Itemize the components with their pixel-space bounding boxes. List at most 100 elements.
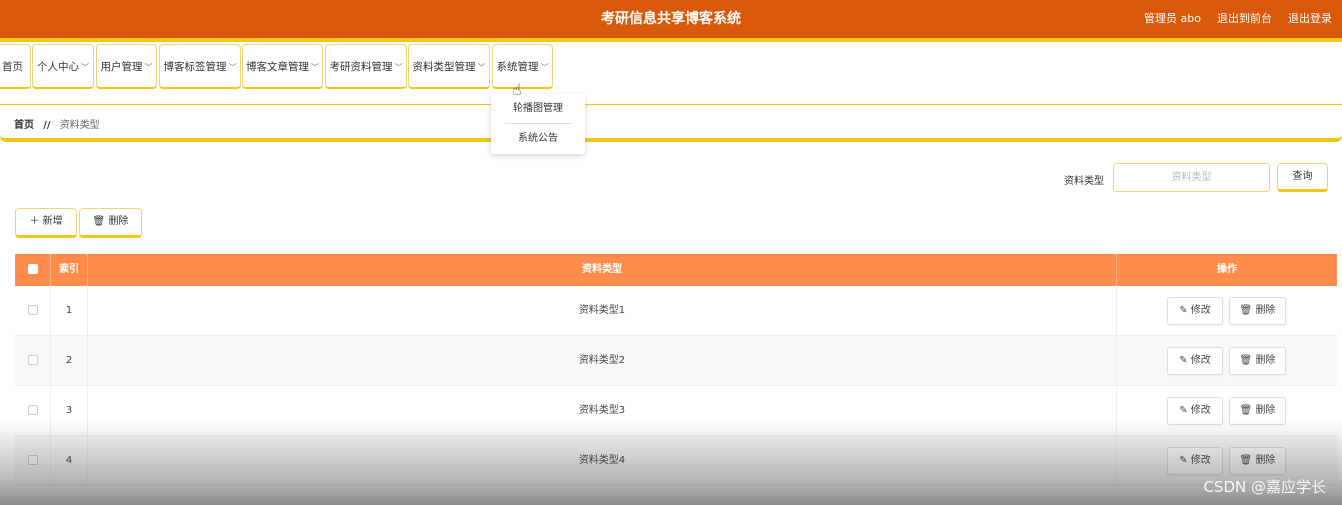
system-management-dropdown: 轮播图管理 系统公告 <box>491 94 585 154</box>
table-header: 索引 资料类型 操作 <box>15 254 1337 286</box>
delete-button[interactable]: 🗑 删除 <box>1229 297 1286 325</box>
row-select-cell <box>15 436 51 486</box>
dropdown-item-system-notice[interactable]: 系统公告 <box>491 124 585 154</box>
chevron-down-icon: ﹀ <box>540 63 549 72</box>
row-index: 2 <box>51 336 88 386</box>
row-select-cell <box>15 286 51 336</box>
row-material-type: 资料类型4 <box>88 436 1117 486</box>
breadcrumb-current: 资料类型 <box>59 120 100 131</box>
row-checkbox[interactable] <box>27 305 38 315</box>
edit-label: 修改 <box>1190 405 1211 416</box>
pencil-icon: ✎ <box>1179 455 1188 466</box>
batch-delete-button[interactable]: 🗑 删除 <box>79 208 142 238</box>
trash-icon: 🗑 <box>1239 405 1253 416</box>
row-index: 3 <box>51 386 88 436</box>
nav-item-exam-material-management[interactable]: 考研资料管理 ﹀ <box>325 44 407 89</box>
header-accent-bar <box>0 38 1342 42</box>
table-row: 2 资料类型2 ✎ 修改 🗑 删除 <box>15 336 1337 386</box>
row-material-type: 资料类型3 <box>88 386 1117 436</box>
row-checkbox[interactable] <box>27 455 38 465</box>
nav-item-system-management[interactable]: 系统管理 ﹀ <box>492 44 553 89</box>
nav-item-blog-tag-management[interactable]: 博客标签管理 ﹀ <box>159 44 241 89</box>
dropdown-item-carousel-management[interactable]: 轮播图管理 <box>491 94 585 124</box>
breadcrumb-separator: // <box>43 120 51 131</box>
delete-label: 删除 <box>1255 355 1276 366</box>
add-button[interactable]: ＋ 新增 <box>15 208 77 238</box>
nav-item-label: 个人中心 <box>37 61 79 73</box>
nav-item-blog-article-management[interactable]: 博客文章管理 ﹀ <box>242 44 323 89</box>
nav-item-label: 资料类型管理 <box>412 61 476 73</box>
nav-item-material-type-management[interactable]: 资料类型管理 ﹀ <box>408 44 490 89</box>
edit-button[interactable]: ✎ 修改 <box>1167 397 1223 425</box>
breadcrumb-container: 首页 // 资料类型 <box>0 104 1342 142</box>
row-material-type: 资料类型2 <box>88 336 1117 386</box>
trash-icon: 🗑 <box>1239 355 1253 366</box>
delete-label: 删除 <box>1255 405 1276 416</box>
trash-icon: 🗑 <box>1239 455 1253 466</box>
table-row: 1 资料类型1 ✎ 修改 🗑 删除 <box>15 286 1337 336</box>
current-user: 管理员 abo <box>1144 12 1201 25</box>
pencil-icon: ✎ <box>1179 405 1188 416</box>
chevron-down-icon: ﹀ <box>477 63 486 72</box>
nav-item-label: 用户管理 <box>100 61 143 73</box>
top-nav: 首页 个人中心 ﹀ 用户管理 ﹀ 博客标签管理 ﹀ 博客文章管理 ﹀ 考研资料管理 ﹀ 资… <box>0 44 1342 90</box>
chevron-down-icon: ﹀ <box>144 63 153 72</box>
table-row: 3 资料类型3 ✎ 修改 🗑 删除 <box>15 386 1337 436</box>
header-user-area: 管理员 abo 退出到前台 退出登录 <box>1144 0 1332 38</box>
logout-link[interactable]: 退出登录 <box>1288 0 1332 38</box>
chevron-down-icon: ﹀ <box>394 63 403 72</box>
nav-item-label: 博客文章管理 <box>246 61 309 73</box>
column-header-material-type: 资料类型 <box>88 254 1117 286</box>
row-index: 1 <box>51 286 88 336</box>
batch-delete-label: 删除 <box>108 216 129 227</box>
watermark: CSDN @嘉应学长 <box>1203 478 1326 496</box>
column-header-actions: 操作 <box>1217 264 1237 275</box>
column-header-index: 索引 <box>51 254 88 286</box>
pencil-icon: ✎ <box>1179 305 1188 316</box>
search-label: 资料类型 <box>1064 176 1104 187</box>
chevron-down-icon: ﹀ <box>228 63 237 72</box>
pencil-icon: ✎ <box>1179 355 1188 366</box>
row-material-type: 资料类型1 <box>88 286 1117 336</box>
select-all-cell <box>15 254 51 286</box>
table-row: 4 资料类型4 ✎ 修改 🗑 删除 <box>15 436 1337 486</box>
chevron-down-icon: ﹀ <box>81 63 89 72</box>
nav-item-label: 首页 <box>2 61 23 73</box>
edit-label: 修改 <box>1190 355 1211 366</box>
add-button-label: 新增 <box>42 216 63 227</box>
search-button[interactable]: 查询 <box>1277 163 1328 192</box>
nav-item-personal-center[interactable]: 个人中心 ﹀ <box>32 44 94 89</box>
nav-item-home[interactable]: 首页 <box>0 44 31 89</box>
nav-item-label: 博客标签管理 <box>163 61 227 73</box>
row-select-cell <box>15 336 51 386</box>
dropdown-divider <box>505 123 571 124</box>
app-title: 考研信息共享博客系统 <box>601 11 741 27</box>
edit-button[interactable]: ✎ 修改 <box>1167 297 1223 325</box>
hand-cursor-icon: ☝ <box>512 80 522 99</box>
row-index: 4 <box>51 436 88 486</box>
material-type-search-input[interactable] <box>1113 163 1270 192</box>
edit-label: 修改 <box>1190 455 1211 466</box>
breadcrumb-home[interactable]: 首页 <box>14 120 34 131</box>
exit-to-front-link[interactable]: 退出到前台 <box>1217 0 1272 38</box>
plus-icon: ＋ <box>29 216 40 227</box>
delete-button[interactable]: 🗑 删除 <box>1229 447 1286 475</box>
breadcrumb: 首页 // 资料类型 <box>14 116 100 131</box>
edit-button[interactable]: ✎ 修改 <box>1167 347 1223 375</box>
delete-button[interactable]: 🗑 删除 <box>1229 397 1286 425</box>
nav-item-label: 考研资料管理 <box>329 61 393 73</box>
edit-button[interactable]: ✎ 修改 <box>1167 447 1223 475</box>
trash-icon: 🗑 <box>92 216 106 227</box>
delete-button[interactable]: 🗑 删除 <box>1229 347 1286 375</box>
select-all-checkbox[interactable] <box>27 264 38 274</box>
nav-item-label: 系统管理 <box>496 61 539 73</box>
nav-item-user-management[interactable]: 用户管理 ﹀ <box>96 44 157 89</box>
delete-label: 删除 <box>1255 305 1276 316</box>
row-select-cell <box>15 386 51 436</box>
row-checkbox[interactable] <box>27 405 38 415</box>
edit-label: 修改 <box>1190 305 1211 316</box>
chevron-down-icon: ﹀ <box>311 63 319 72</box>
trash-icon: 🗑 <box>1239 305 1253 316</box>
delete-label: 删除 <box>1255 455 1276 466</box>
row-checkbox[interactable] <box>27 355 38 365</box>
